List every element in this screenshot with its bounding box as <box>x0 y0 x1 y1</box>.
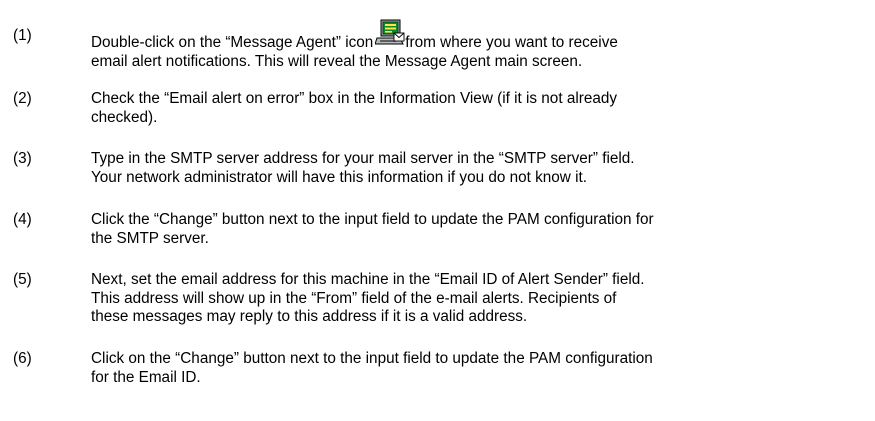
step-text-after-icon: from where you want to receive <box>405 34 618 51</box>
step-6: (6) Click on the “Change” button next to… <box>0 350 875 392</box>
step-4: (4) Click the “Change” button next to th… <box>0 211 875 253</box>
step-text: Next, set the email address for this mac… <box>91 271 861 327</box>
step-line: Click on the “Change” button next to the… <box>91 350 653 367</box>
step-line: Type in the SMTP server address for your… <box>91 150 635 167</box>
step-text-before-icon: Double-click on the “Message Agent” icon <box>91 34 374 51</box>
step-text: Check the “Email alert on error” box in … <box>91 90 861 127</box>
step-line: these messages may reply to this address… <box>91 308 528 325</box>
step-line: Check the “Email alert on error” box in … <box>91 90 617 107</box>
step-number: (1) <box>13 27 32 44</box>
step-line: the SMTP server. <box>91 229 209 247</box>
step-line: Your network administrator will have thi… <box>91 168 587 186</box>
step-text: Double-click on the “Message Agent” icon <box>91 19 861 71</box>
step-number: (3) <box>13 150 32 167</box>
step-3: (3) Type in the SMTP server address for … <box>0 150 875 192</box>
step-number: (2) <box>13 90 32 107</box>
step-number: (6) <box>13 350 32 367</box>
step-text: Type in the SMTP server address for your… <box>91 150 861 187</box>
step-line: email alert notifications. This will rev… <box>91 52 583 70</box>
step-5: (5) Next, set the email address for this… <box>0 271 875 331</box>
step-number: (5) <box>13 271 32 288</box>
step-text: Click on the “Change” button next to the… <box>91 350 861 387</box>
step-line: Double-click on the “Message Agent” icon <box>91 19 861 53</box>
step-line: Click the “Change” button next to the in… <box>91 211 654 228</box>
step-2: (2) Check the “Email alert on error” box… <box>0 90 875 132</box>
step-line: checked). <box>91 108 158 126</box>
step-number: (4) <box>13 211 32 228</box>
message-agent-icon <box>375 19 405 45</box>
step-line: for the Email ID. <box>91 368 201 386</box>
step-line: Next, set the email address for this mac… <box>91 271 645 288</box>
step-1: (1) Double-click on the “Message Agent” … <box>0 19 875 71</box>
step-text: Click the “Change” button next to the in… <box>91 211 861 248</box>
step-line: This address will show up in the “From” … <box>91 289 617 307</box>
